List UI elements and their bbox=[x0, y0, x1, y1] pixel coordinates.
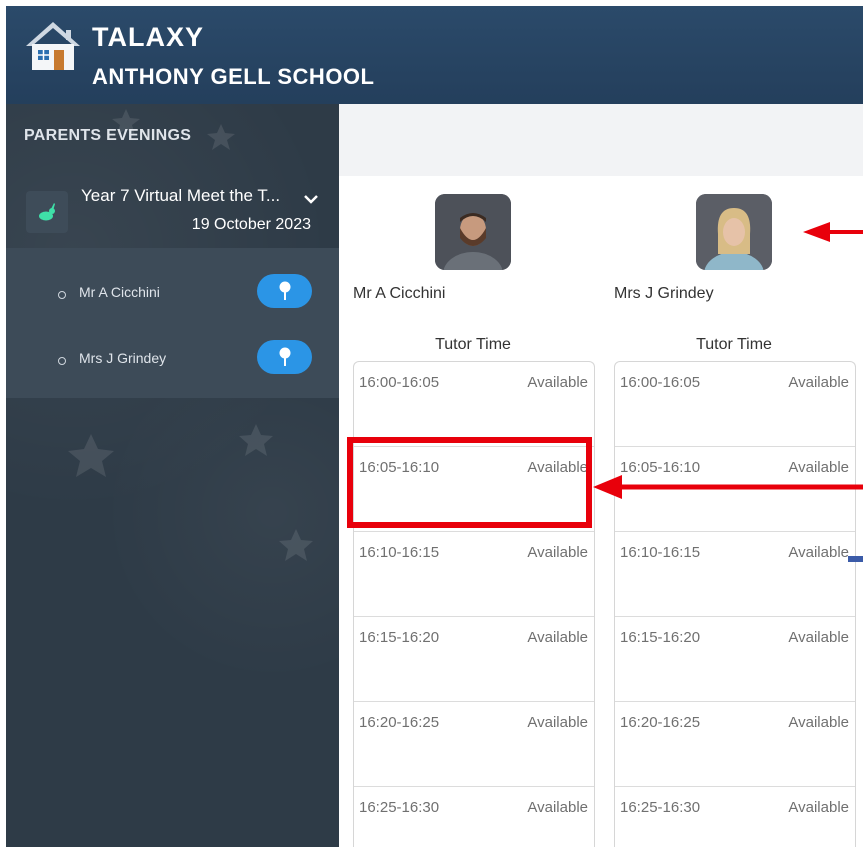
time-slot[interactable]: 16:20-16:25 Available bbox=[615, 702, 855, 787]
sidebar-teacher-name: Mrs J Grindey bbox=[79, 350, 167, 366]
slot-status: Available bbox=[788, 459, 849, 476]
chevron-down-icon[interactable] bbox=[303, 192, 319, 210]
slot-time: 16:15-16:20 bbox=[620, 629, 701, 646]
teacher-list: Mr A Cicchini Mrs J Grindey bbox=[6, 248, 339, 398]
slot-status: Available bbox=[527, 374, 588, 391]
time-slot[interactable]: 16:20-16:25 Available bbox=[354, 702, 594, 787]
time-slot[interactable]: 16:05-16:10 Available bbox=[615, 447, 855, 532]
bullet-icon bbox=[58, 291, 66, 299]
teacher-photo bbox=[696, 194, 772, 270]
slot-time: 16:00-16:05 bbox=[359, 374, 440, 391]
slot-status: Available bbox=[527, 544, 588, 561]
slot-status: Available bbox=[527, 629, 588, 646]
slot-list: 16:00-16:05 Available 16:05-16:10 Availabl… bbox=[353, 361, 595, 847]
slot-time: 16:25-16:30 bbox=[359, 799, 440, 816]
slot-time: 16:20-16:25 bbox=[359, 714, 440, 731]
annotation-highlight-box bbox=[347, 437, 592, 528]
main-top-bar bbox=[339, 104, 863, 176]
slot-status: Available bbox=[788, 629, 849, 646]
sidebar-item-cicchini[interactable]: Mr A Cicchini bbox=[6, 274, 339, 324]
event-name: Year 7 Virtual Meet the T... bbox=[81, 186, 281, 205]
slot-status: Available bbox=[788, 799, 849, 816]
time-slot[interactable]: 16:25-16:30 Available bbox=[615, 787, 855, 847]
app-frame: TALAXY ANTHONY GELL SCHOOL PARENTS EVENI… bbox=[6, 6, 863, 847]
time-slot[interactable]: 16:00-16:05 Available bbox=[354, 362, 594, 447]
slot-time: 16:10-16:15 bbox=[359, 544, 440, 561]
time-slot[interactable]: 16:10-16:15 Available bbox=[354, 532, 594, 617]
sidebar-teacher-name: Mr A Cicchini bbox=[79, 284, 160, 300]
time-slot[interactable]: 16:15-16:20 Available bbox=[615, 617, 855, 702]
teacher-name: Mr A Cicchini bbox=[353, 285, 446, 302]
slot-time: 16:10-16:15 bbox=[620, 544, 701, 561]
rabbit-icon bbox=[26, 191, 68, 233]
sidebar: PARENTS EVENINGS Year 7 Virtual Meet the… bbox=[6, 104, 339, 847]
teacher-name: Mrs J Grindey bbox=[614, 285, 714, 302]
pin-icon bbox=[279, 347, 290, 366]
brand-name: TALAXY bbox=[92, 22, 204, 52]
pin-button[interactable] bbox=[257, 274, 312, 308]
slot-status: Available bbox=[788, 374, 849, 391]
slot-status: Available bbox=[527, 714, 588, 731]
sidebar-title: PARENTS EVENINGS bbox=[24, 127, 192, 144]
slot-status: Available bbox=[788, 714, 849, 731]
teacher-photo bbox=[435, 194, 511, 270]
slot-list: 16:00-16:05 Available 16:05-16:10 Availabl… bbox=[614, 361, 856, 847]
slot-status: Available bbox=[527, 799, 588, 816]
time-slot[interactable]: 16:10-16:15 Available bbox=[615, 532, 855, 617]
slot-time: 16:05-16:10 bbox=[620, 459, 701, 476]
time-slot[interactable]: 16:00-16:05 Available bbox=[615, 362, 855, 447]
slot-status: Available bbox=[788, 544, 849, 561]
app-header: TALAXY ANTHONY GELL SCHOOL bbox=[6, 6, 863, 105]
bullet-icon bbox=[58, 357, 66, 365]
time-slot[interactable]: 16:15-16:20 Available bbox=[354, 617, 594, 702]
slot-time: 16:00-16:05 bbox=[620, 374, 701, 391]
school-name: ANTHONY GELL SCHOOL bbox=[92, 64, 375, 89]
slot-time: 16:25-16:30 bbox=[620, 799, 701, 816]
sidebar-item-grindey[interactable]: Mrs J Grindey bbox=[6, 340, 339, 390]
house-icon[interactable] bbox=[24, 20, 82, 72]
event-selector[interactable]: Year 7 Virtual Meet the T... 19 October … bbox=[6, 168, 339, 248]
time-slot[interactable]: 16:25-16:30 Available bbox=[354, 787, 594, 847]
session-title: Tutor Time bbox=[435, 336, 511, 353]
slot-time: 16:15-16:20 bbox=[359, 629, 440, 646]
event-date: 19 October 2023 bbox=[191, 216, 311, 233]
pin-icon bbox=[279, 281, 290, 300]
slot-time: 16:20-16:25 bbox=[620, 714, 701, 731]
pin-button[interactable] bbox=[257, 340, 312, 374]
session-title: Tutor Time bbox=[696, 336, 772, 353]
